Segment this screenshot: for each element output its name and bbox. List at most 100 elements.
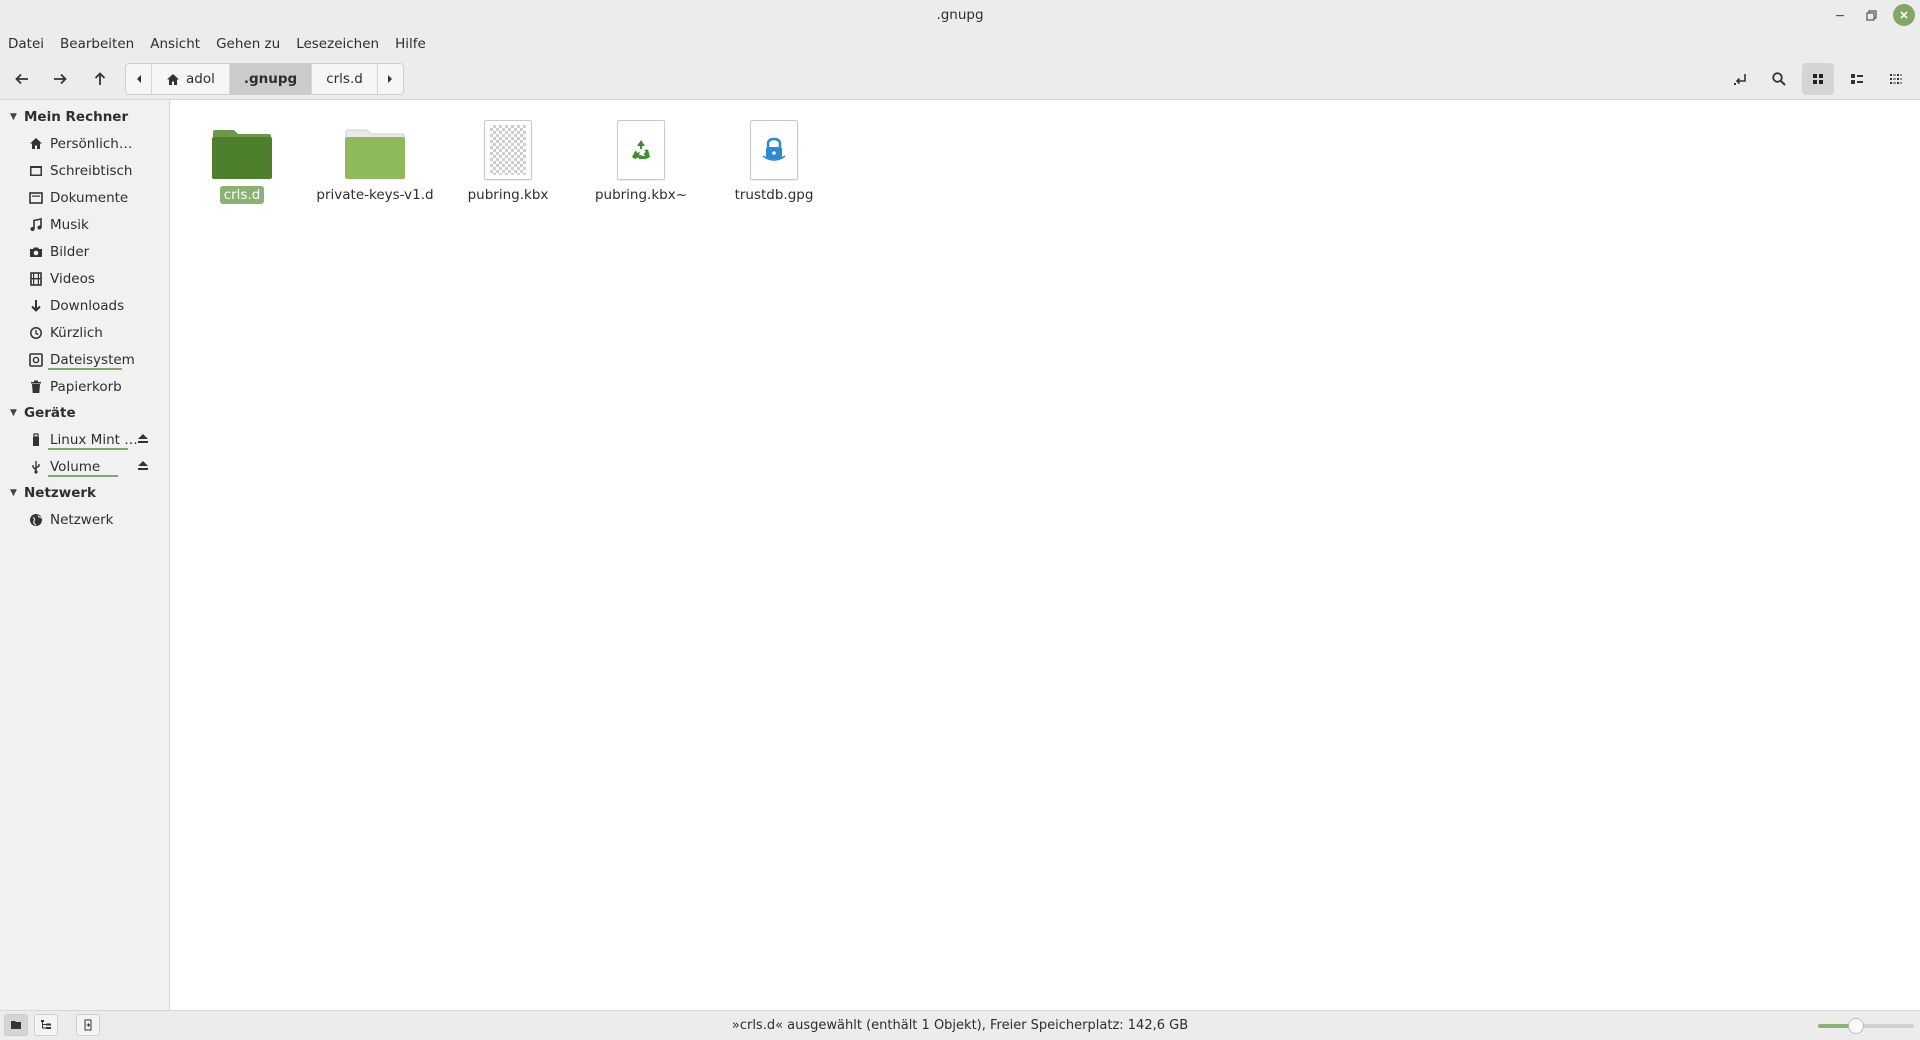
icon-view-button[interactable] [1802, 63, 1834, 95]
sidebar-item-videos[interactable]: Videos [0, 265, 169, 292]
file-item-trustdb-gpg[interactable]: trustdb.gpg [714, 116, 834, 204]
sidebar-item-downloads[interactable]: Downloads [0, 292, 169, 319]
zoom-slider[interactable] [1818, 1018, 1914, 1034]
sidebar-item-volume[interactable]: Volume [0, 453, 169, 480]
path-scroll-right-button[interactable] [376, 64, 403, 94]
section-label: Mein Rechner [24, 109, 129, 125]
sidebar-item-bilder[interactable]: Bilder [0, 238, 169, 265]
toolbar: adol .gnupg crls.d [0, 58, 1920, 100]
file-name: crls.d [219, 186, 265, 204]
close-button[interactable] [1893, 4, 1915, 26]
sidebar-item-label: Papierkorb [50, 378, 122, 395]
arrow-up-icon [94, 72, 106, 85]
sidebar-item-label: Linux Mint … [50, 431, 138, 448]
path-segment-label: crls.d [326, 71, 363, 87]
file-item-private-keys[interactable]: private-keys-v1.d [315, 116, 435, 204]
expander-icon: ▼ [10, 408, 17, 418]
eject-icon [138, 461, 148, 470]
window-title: .gnupg [936, 7, 984, 23]
sidebar-item-label: Dokumente [50, 189, 129, 206]
sidebar-item-papierkorb[interactable]: Papierkorb [0, 373, 169, 400]
up-button[interactable] [84, 63, 116, 95]
close-icon [1900, 11, 1908, 19]
sidebar-section-mein-rechner[interactable]: ▼ Mein Rechner [0, 104, 169, 130]
usb-icon [27, 460, 45, 474]
disk-usage-bar [48, 368, 122, 370]
compact-view-button[interactable] [1880, 63, 1912, 95]
gpg-key-icon [750, 120, 798, 180]
recycle-icon [632, 140, 650, 159]
sidebar-item-linux-mint[interactable]: Linux Mint … [0, 426, 169, 453]
path-segment-crls[interactable]: crls.d [312, 64, 377, 94]
binary-file-icon [484, 120, 532, 180]
sidebar-item-label: Schreibtisch [50, 162, 133, 179]
minimize-button[interactable] [1829, 4, 1851, 26]
sidebar-item-dateisystem[interactable]: Dateisystem [0, 346, 169, 373]
usb-stick-icon [27, 432, 45, 447]
sidebar-item-label: Musik [50, 216, 89, 233]
sidebar-item-label: Volume [50, 458, 101, 475]
path-segment-gnupg[interactable]: .gnupg [229, 64, 313, 94]
sidebar-item-label: Bilder [50, 243, 90, 260]
file-item-pubring-kbx-backup[interactable]: pubring.kbx~ [581, 116, 701, 204]
sidebar-section-geraete[interactable]: ▼ Geräte [0, 400, 169, 426]
lock-icon [762, 137, 786, 161]
disk-usage-bar [48, 448, 128, 450]
path-bar: adol .gnupg crls.d [125, 63, 404, 95]
sidebar-item-label: Netzwerk [50, 511, 114, 528]
sidebar-item-dokumente[interactable]: Dokumente [0, 184, 169, 211]
music-icon [27, 217, 45, 232]
folder-icon [212, 130, 272, 179]
restore-icon [1865, 9, 1877, 21]
sidebar-item-label: Dateisystem [50, 351, 135, 368]
eject-icon [138, 434, 148, 443]
globe-icon [27, 513, 45, 527]
menu-datei[interactable]: Datei [2, 36, 50, 52]
sidebar-item-label: Kürzlich [50, 324, 103, 341]
sidebar-item-musik[interactable]: Musik [0, 211, 169, 238]
eject-button[interactable] [137, 460, 149, 474]
path-scroll-left-button[interactable] [126, 64, 152, 94]
back-button[interactable] [6, 63, 38, 95]
section-label: Netzwerk [24, 485, 97, 501]
compact-list-icon [1890, 74, 1902, 84]
grid-icon [1813, 74, 1823, 84]
menu-ansicht[interactable]: Ansicht [144, 36, 206, 52]
title-bar: .gnupg [0, 0, 1920, 30]
menu-lesezeichen[interactable]: Lesezeichen [290, 36, 385, 52]
sidebar-section-netzwerk[interactable]: ▼ Netzwerk [0, 480, 169, 506]
home-icon [27, 137, 45, 150]
path-segment-home[interactable]: adol [152, 64, 230, 94]
sidebar-item-kuerzlich[interactable]: Kürzlich [0, 319, 169, 346]
expander-icon: ▼ [10, 488, 17, 498]
menu-bar: Datei Bearbeiten Ansicht Gehen zu Leseze… [0, 30, 1920, 58]
toggle-location-button[interactable] [1724, 63, 1756, 95]
camera-icon [27, 246, 45, 258]
home-icon [167, 73, 179, 85]
menu-bearbeiten[interactable]: Bearbeiten [54, 36, 140, 52]
menu-hilfe[interactable]: Hilfe [389, 36, 432, 52]
sidebar-item-schreibtisch[interactable]: Schreibtisch [0, 157, 169, 184]
path-segment-label: .gnupg [243, 71, 298, 87]
search-button[interactable] [1763, 63, 1795, 95]
status-bar: »crls.d« ausgewählt (enthält 1 Objekt), … [0, 1010, 1920, 1040]
desktop-icon [27, 165, 45, 177]
file-name: pubring.kbx [467, 187, 549, 203]
sidebar-item-netzwerk[interactable]: Netzwerk [0, 506, 169, 533]
file-item-crls-d[interactable]: crls.d [182, 116, 302, 204]
forward-button[interactable] [44, 63, 76, 95]
file-name: pubring.kbx~ [594, 187, 688, 203]
list-view-button[interactable] [1841, 63, 1873, 95]
menu-gehen-zu[interactable]: Gehen zu [210, 36, 286, 52]
documents-icon [27, 191, 45, 204]
file-view[interactable]: crls.d private-keys-v1.d pubring.kbx pub… [171, 100, 1920, 1010]
eject-button[interactable] [137, 433, 149, 447]
file-item-pubring-kbx[interactable]: pubring.kbx [448, 116, 568, 204]
sidebar-item-persoenlich[interactable]: Persönlich… [0, 130, 169, 157]
disk-usage-bar [48, 475, 118, 477]
history-icon [27, 326, 45, 340]
status-text: »crls.d« ausgewählt (enthält 1 Objekt), … [731, 1018, 1189, 1033]
backup-file-icon [617, 120, 665, 180]
film-icon [27, 271, 45, 286]
maximize-button[interactable] [1860, 4, 1882, 26]
